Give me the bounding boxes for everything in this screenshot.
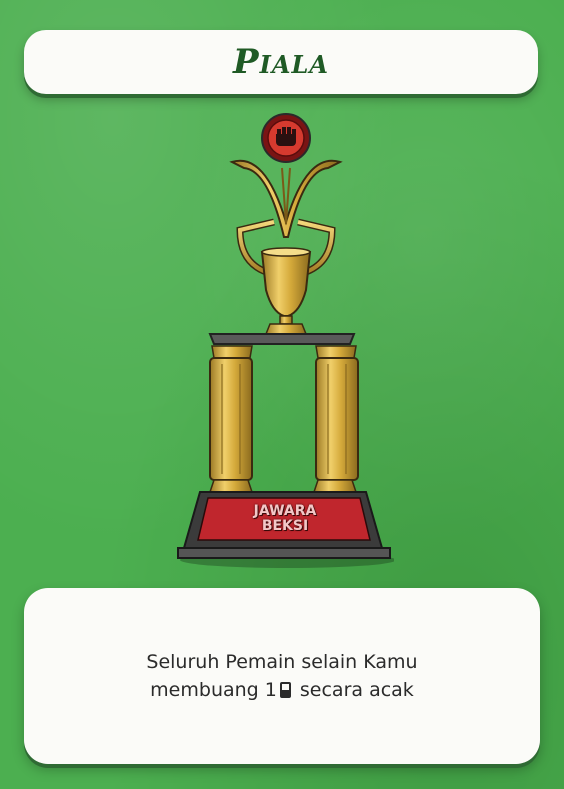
title-banner: Piala — [24, 30, 538, 94]
effect-text-line-2: membuang 1 secara acak — [150, 676, 414, 704]
trophy-plaque: JAWARA BEKSI — [230, 504, 340, 534]
effect-text-box: Seluruh Pemain selain Kamu membuang 1 se… — [24, 588, 540, 764]
effect-text-prefix: membuang 1 — [150, 679, 277, 701]
plaque-line-1: JAWARA — [253, 503, 317, 519]
card-icon — [279, 682, 291, 698]
effect-text-suffix: secara acak — [293, 679, 414, 701]
plaque-line-2: BEKSI — [261, 518, 309, 534]
card: Piala JAWARA BEKSI Seluruh Pemain selain… — [0, 0, 564, 789]
effect-text-line-1: Seluruh Pemain selain Kamu — [146, 651, 418, 673]
emblem-icon — [261, 113, 311, 163]
card-title: Piala — [233, 42, 329, 82]
